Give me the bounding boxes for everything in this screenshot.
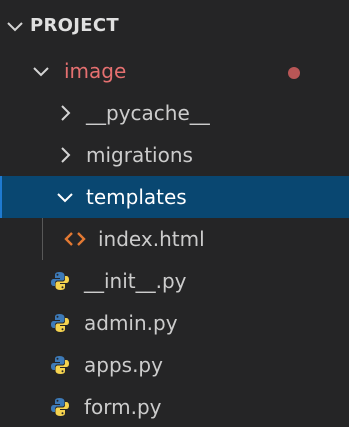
tree-item-form-py[interactable]: form.py xyxy=(0,386,349,427)
tree-item-label: templates xyxy=(86,185,187,209)
chevron-down-icon xyxy=(54,186,76,208)
tree-item-label: admin.py xyxy=(84,311,178,335)
chevron-down-icon xyxy=(4,15,26,37)
project-section-header[interactable]: PROJECT xyxy=(0,6,349,46)
tree-item-label: apps.py xyxy=(84,353,163,377)
tree-item-label: form.py xyxy=(84,395,162,419)
tree-item-image[interactable]: image xyxy=(0,50,349,92)
tree-item-init-py[interactable]: __init__.py xyxy=(0,260,349,302)
python-file-icon xyxy=(50,271,70,291)
tree-item-label: migrations xyxy=(86,143,193,167)
section-title: PROJECT xyxy=(30,15,119,36)
tree-item-templates[interactable]: templates xyxy=(0,176,349,218)
tree-item-label: index.html xyxy=(98,227,205,251)
tree-item-label: image xyxy=(64,59,127,83)
tree-item-admin-py[interactable]: admin.py xyxy=(0,302,349,344)
tree-item-migrations[interactable]: migrations xyxy=(0,134,349,176)
modified-indicator xyxy=(288,67,300,79)
chevron-right-icon xyxy=(54,144,76,166)
tree-item-index-html[interactable]: index.html xyxy=(0,218,349,260)
file-explorer: PROJECT image __pycache__ migrations tem… xyxy=(0,0,349,427)
tree-item-pycache[interactable]: __pycache__ xyxy=(0,92,349,134)
tree-item-label: __pycache__ xyxy=(86,101,210,125)
tree-item-label: __init__.py xyxy=(84,269,187,293)
tree-item-apps-py[interactable]: apps.py xyxy=(0,344,349,386)
html-file-icon xyxy=(64,230,86,248)
python-file-icon xyxy=(50,397,70,417)
python-file-icon xyxy=(50,355,70,375)
chevron-down-icon xyxy=(30,60,52,82)
python-file-icon xyxy=(50,313,70,333)
chevron-right-icon xyxy=(54,102,76,124)
